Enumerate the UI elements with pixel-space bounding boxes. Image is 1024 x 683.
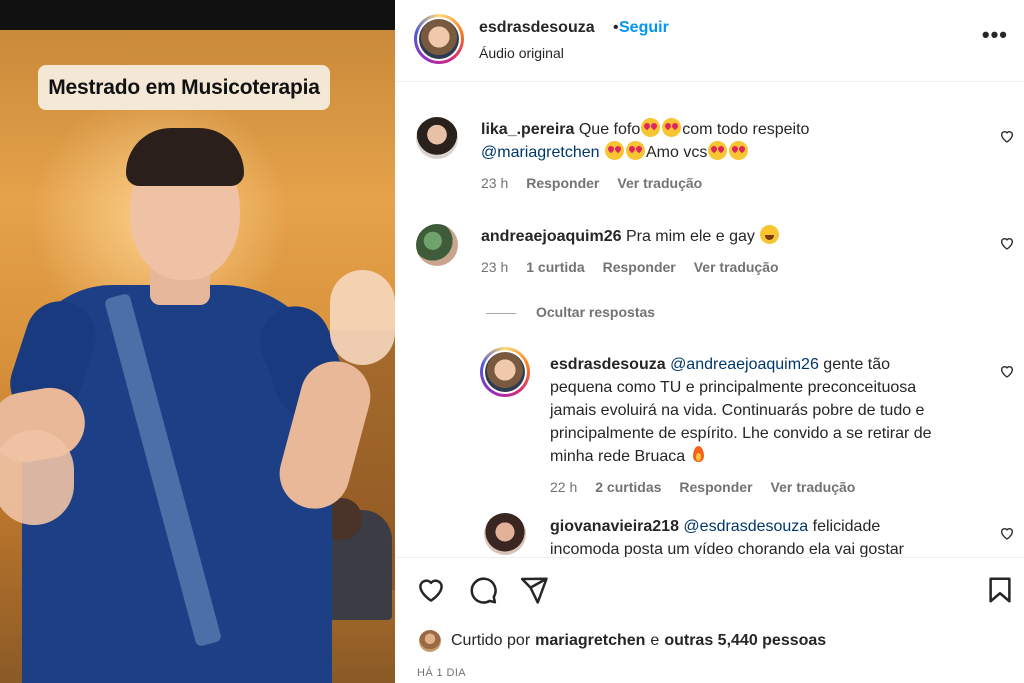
hide-replies-line (486, 313, 516, 314)
heart-eyes-emoji (641, 118, 661, 137)
video-caption: Mestrado em Musicoterapia (38, 65, 330, 110)
heart-eyes-emoji (604, 141, 624, 160)
heart-icon[interactable] (416, 575, 446, 605)
reply-button[interactable]: Responder (603, 259, 676, 275)
reply-body: pequena como TU e principalmente preconc… (550, 379, 917, 396)
follow-button[interactable]: Seguir (619, 19, 669, 37)
post-header: esdrasdesouza • Seguir Áudio original ••… (395, 0, 1024, 82)
reply-item: esdrasdesouza @andreaejoaquim26 gente tã… (395, 343, 1024, 503)
heart-eyes-emoji (662, 118, 682, 137)
author-avatar-image (419, 19, 459, 59)
post-timestamp[interactable]: HÁ 1 DIA (417, 667, 466, 679)
reply-button[interactable]: Responder (526, 175, 599, 191)
likes-summary: Curtido por mariagretchen e outras 5,440… (419, 628, 826, 654)
likes-middle: e (650, 632, 660, 649)
hide-replies-button[interactable]: Ocultar respostas (536, 304, 655, 320)
reply-text: giovanavieira218 @esdrasdesouza felicida… (550, 515, 990, 557)
liker-username[interactable]: mariagretchen (535, 632, 645, 650)
reply-like-heart-icon[interactable] (999, 525, 1015, 541)
reply-author-avatar-image (485, 352, 525, 392)
commenter-avatar[interactable] (416, 224, 458, 266)
reply-body: jamais evoluirá na vida. Continuarás pob… (550, 402, 925, 419)
reply-author-avatar[interactable] (480, 347, 530, 397)
author-username[interactable]: esdrasdesouza (479, 19, 595, 37)
comment-like-heart-icon[interactable] (999, 128, 1015, 144)
heart-eyes-emoji (729, 141, 749, 160)
comment-mention[interactable]: @mariagretchen (481, 144, 600, 161)
comment-time: 23 h (481, 175, 509, 191)
commenter-avatar[interactable] (416, 117, 458, 159)
reply-body: incomoda posta um vídeo chorando ela vai… (550, 541, 904, 557)
reply-meta: 22 h 2 curtidas Responder Ver tradução (550, 479, 855, 495)
comment-body: Pra mim ele e gay (625, 228, 755, 245)
liker-avatar[interactable] (419, 630, 441, 652)
comment-text: lika_.pereira Que fofo com todo respeito … (481, 118, 961, 164)
comment-text: andreaejoaquim26 Pra mim ele e gay (481, 225, 961, 248)
comment-body: com todo respeito (682, 121, 810, 138)
fire-emoji (691, 445, 705, 464)
comment-meta: 23 h 1 curtida Responder Ver tradução (481, 259, 779, 275)
post-actions (395, 567, 1024, 615)
translate-button[interactable]: Ver tradução (617, 175, 702, 191)
reply-author-avatar[interactable] (484, 513, 526, 555)
comment-body: Amo vcs (645, 144, 708, 161)
reply-body: gente tão (818, 356, 891, 373)
comments-list[interactable]: lika_.pereira Que fofo com todo respeito … (395, 83, 1024, 557)
reply-username[interactable]: esdrasdesouza (550, 356, 666, 373)
comment-item: andreaejoaquim26 Pra mim ele e gay 23 h … (395, 208, 1024, 298)
comment-body: Que fofo (578, 121, 641, 138)
reply-body: principalmente de espírito. Lhe convido … (550, 425, 932, 442)
reply-time: 22 h (550, 479, 578, 495)
laughing-emoji (760, 225, 780, 244)
comment-icon[interactable] (468, 575, 498, 605)
reply-likes-count[interactable]: 2 curtidas (595, 479, 661, 495)
person-hand-right (330, 270, 395, 365)
reply-item: giovanavieira218 @esdrasdesouza felicida… (395, 511, 1024, 557)
commenter-username[interactable]: lika_.pereira (481, 121, 574, 138)
heart-eyes-emoji (625, 141, 645, 160)
more-options-icon[interactable]: ••• (982, 22, 1008, 48)
actions-divider (395, 557, 1024, 558)
translate-button[interactable]: Ver tradução (771, 479, 856, 495)
reply-button[interactable]: Responder (679, 479, 752, 495)
reply-text: esdrasdesouza @andreaejoaquim26 gente tã… (550, 353, 990, 468)
audio-link[interactable]: Áudio original (479, 45, 564, 61)
share-icon[interactable] (519, 575, 549, 605)
likes-others[interactable]: outras 5,440 pessoas (664, 632, 826, 650)
comment-time: 23 h (481, 259, 509, 275)
comment-meta: 23 h Responder Ver tradução (481, 175, 702, 191)
reply-body: felicidade (808, 518, 881, 535)
person-hair (126, 128, 244, 186)
reply-body: minha rede Bruaca (550, 448, 686, 465)
reply-like-heart-icon[interactable] (999, 363, 1015, 379)
commenter-username[interactable]: andreaejoaquim26 (481, 228, 622, 245)
video-player[interactable]: Mestrado em Musicoterapia (0, 0, 395, 683)
bookmark-icon[interactable] (985, 575, 1015, 605)
reply-username[interactable]: giovanavieira218 (550, 518, 679, 535)
likes-prefix: Curtido por (451, 632, 531, 649)
comment-like-heart-icon[interactable] (999, 235, 1015, 251)
reply-mention[interactable]: @esdrasdesouza (683, 518, 808, 535)
comment-item: lika_.pereira Que fofo com todo respeito … (395, 83, 1024, 193)
reply-mention[interactable]: @andreaejoaquim26 (670, 356, 819, 373)
person-hand-left (0, 430, 74, 525)
comment-likes-count[interactable]: 1 curtida (526, 259, 584, 275)
translate-button[interactable]: Ver tradução (694, 259, 779, 275)
header-separator: • (613, 19, 619, 36)
post-panel: esdrasdesouza • Seguir Áudio original ••… (395, 0, 1024, 683)
heart-eyes-emoji (708, 141, 728, 160)
author-avatar[interactable] (414, 14, 464, 64)
